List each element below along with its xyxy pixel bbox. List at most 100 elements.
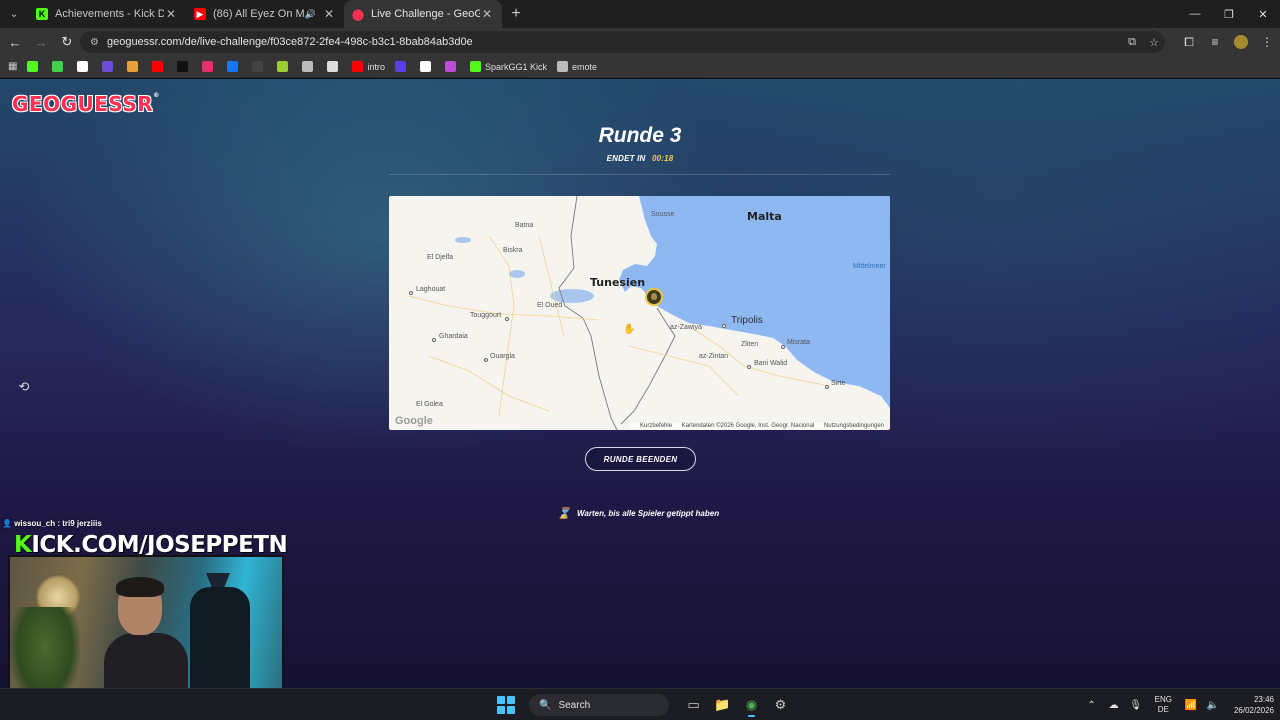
restore-icon[interactable]: ❐ [1212, 0, 1246, 28]
windows-start-icon[interactable] [497, 696, 515, 714]
bookmark-item[interactable] [52, 61, 67, 72]
profile-avatar[interactable] [1234, 35, 1248, 49]
volume-icon[interactable]: 🔈 [1202, 700, 1224, 711]
bookmark-item[interactable] [77, 61, 92, 72]
bookmark-item[interactable] [127, 61, 142, 72]
url-text[interactable]: geoguessr.com/de/live-challenge/f03ce872… [107, 36, 1121, 48]
bookmark-star-icon[interactable]: ☆ [1143, 36, 1165, 49]
bookmark-item[interactable] [102, 61, 117, 72]
bookmark-item[interactable] [252, 61, 267, 72]
waiting-text: Warten, bis alle Spieler getippt haben [577, 508, 720, 518]
task-view-icon[interactable]: ▭ [679, 693, 708, 717]
bookmark-item[interactable] [202, 61, 217, 72]
webcam-feed [8, 555, 284, 706]
tab-geoguessr[interactable]: ⬤ Live Challenge - GeoGuessr ✕ [344, 0, 502, 28]
bookmarks-bar: ▦ intro SparkGG1 Kick emote [0, 56, 1280, 78]
google-logo[interactable]: Google [395, 415, 433, 427]
window-controls: — ❐ ✕ [1178, 0, 1280, 28]
install-app-icon[interactable]: ⧉ [1121, 36, 1143, 49]
guess-map[interactable]: Malta Tunesien Tripolis Sousse Batna Bis… [389, 196, 890, 430]
media-control-icon[interactable]: ≡ [1202, 35, 1228, 49]
lake-small [455, 237, 471, 243]
map-label-az-zawiya: az-Zawiya [670, 324, 702, 331]
city-dot [505, 317, 509, 321]
search-icon: 🔍 [539, 699, 552, 711]
chat-bubble-icon[interactable]: ⟲ [14, 377, 34, 397]
bookmark-item[interactable]: intro [352, 61, 385, 72]
clock-time: 23:46 [1253, 695, 1274, 704]
map-label-tunesien: Tunesien [590, 276, 646, 289]
settings-icon[interactable]: ⚙ [766, 693, 795, 717]
map-label-ouargla: Ouargla [490, 353, 515, 360]
reload-icon[interactable]: ↻ [54, 29, 80, 55]
map-label-batna: Batna [515, 222, 534, 229]
map-label-touggourt: Touggourt [470, 312, 502, 319]
map-label-zliten: Zliten [741, 341, 759, 348]
round-title: Runde 3 [598, 124, 682, 147]
shortcuts-link[interactable]: Kurzbefehle [640, 423, 672, 429]
tab-kick-dashboard[interactable]: K Achievements - Kick Dashboard ✕ [28, 0, 186, 28]
bookmark-favicon-icon [52, 61, 64, 72]
tab-search-chevron-icon[interactable]: ⌄ [0, 0, 28, 28]
bookmark-item[interactable] [419, 61, 435, 72]
minimize-icon[interactable]: — [1178, 0, 1212, 28]
chat-message: tri9 jerziiis [62, 519, 102, 528]
apps-grid-icon[interactable]: ▦ [8, 61, 17, 72]
browser-toolbar: ← → ↻ ⚙ geoguessr.com/de/live-challenge/… [0, 28, 1280, 56]
close-icon[interactable]: ✕ [480, 7, 494, 21]
toolbar-right: ⧠ ≡ ⋮ [1176, 28, 1280, 56]
bookmark-favicon-icon [202, 61, 214, 72]
bookmark-favicon-icon [444, 61, 456, 72]
lake-small [509, 270, 525, 278]
bookmark-item[interactable] [327, 61, 342, 72]
back-icon[interactable]: ← [2, 29, 28, 55]
address-bar[interactable]: ⚙ geoguessr.com/de/live-challenge/f03ce8… [80, 31, 1165, 53]
bookmark-item[interactable] [177, 61, 192, 72]
bookmark-item[interactable] [152, 61, 167, 72]
end-round-button[interactable]: RUNDE BEENDEN [585, 447, 696, 471]
map-label-biskra: Biskra [503, 247, 523, 254]
wifi-icon[interactable]: 📶 [1180, 700, 1202, 711]
tray-chevron-up-icon[interactable]: ⌃ [1081, 700, 1103, 711]
bookmark-item[interactable]: emote [557, 61, 597, 72]
onedrive-icon[interactable]: ☁ [1103, 700, 1125, 711]
forward-icon[interactable]: → [28, 29, 54, 55]
bookmark-favicon-icon [252, 61, 264, 72]
bookmark-item[interactable] [227, 61, 242, 72]
bookmark-item[interactable] [394, 61, 410, 72]
city-dot [722, 324, 726, 328]
taskbar-clock[interactable]: 23:46 26/02/2026 [1234, 694, 1274, 716]
taskbar-search[interactable]: 🔍 Search [529, 694, 669, 716]
city-dot [484, 358, 488, 362]
language-indicator[interactable]: ENG DE [1155, 695, 1172, 715]
map-label-misrata: Misrata [787, 339, 810, 346]
close-icon[interactable]: ✕ [164, 7, 178, 21]
new-tab-button[interactable]: + [502, 0, 530, 28]
close-icon[interactable]: ✕ [322, 7, 336, 21]
bookmark-item[interactable] [444, 61, 460, 72]
microphone-icon[interactable]: 🎙 [1125, 700, 1147, 711]
bookmark-item[interactable] [302, 61, 317, 72]
geoguessr-logo[interactable]: GEOGUESSR® [12, 92, 160, 116]
extensions-icon[interactable]: ⧠ [1176, 35, 1202, 50]
map-label-sousse: Sousse [651, 211, 675, 218]
bookmark-item[interactable] [27, 61, 42, 72]
player-guess-marker[interactable] [645, 288, 663, 306]
menu-kebab-icon[interactable]: ⋮ [1254, 35, 1280, 49]
map-label-tripolis: Tripolis [731, 315, 763, 326]
streamer [104, 577, 188, 704]
speaker-icon[interactable]: 🔊 [305, 9, 316, 20]
map-label-az-zintan: az-Zintan [699, 353, 729, 360]
site-info-icon[interactable]: ⚙ [90, 37, 99, 48]
countdown-timer: 00:18 [651, 154, 674, 163]
bookmark-item[interactable]: SparkGG1 Kick [469, 61, 547, 72]
waiting-status: ⌛ Warten, bis alle Spieler getippt haben [557, 506, 719, 520]
close-window-icon[interactable]: ✕ [1246, 0, 1280, 28]
chrome-icon[interactable]: ◉ [737, 693, 766, 717]
tab-youtube[interactable]: ▶ (86) All Eyez On Me - YouTu 🔊 ✕ [186, 0, 344, 28]
map-canvas[interactable] [389, 196, 890, 430]
terms-link[interactable]: Nutzungsbedingungen [824, 423, 884, 429]
bookmark-item[interactable] [277, 61, 292, 72]
file-explorer-icon[interactable]: 📁 [708, 693, 737, 717]
map-attribution: Kurzbefehle Kartendaten ©2026 Google, In… [630, 423, 886, 429]
